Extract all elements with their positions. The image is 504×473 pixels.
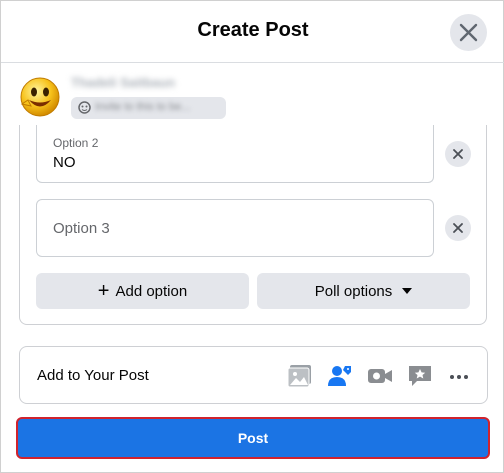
friends-icon	[78, 101, 91, 114]
photo-video-icon	[287, 365, 311, 388]
feeling-activity-icon	[409, 366, 431, 386]
close-button[interactable]	[450, 14, 487, 51]
remove-option-2-button[interactable]	[445, 141, 471, 167]
add-option-button[interactable]: + Add option	[36, 273, 249, 309]
live-video-icon	[368, 369, 392, 383]
close-icon	[453, 149, 463, 159]
audience-selector[interactable]: Invite to this to be...	[71, 97, 226, 119]
user-row: Thadeli Saitbaun Invite to this to be...	[19, 71, 489, 123]
dialog-title: Create Post	[197, 19, 309, 41]
feeling-activity-button[interactable]	[405, 361, 435, 391]
user-name: Thadeli Saitbaun	[71, 75, 176, 90]
photo-video-button[interactable]	[285, 361, 315, 391]
add-to-post-bar: Add to Your Post	[19, 346, 488, 404]
tag-people-button[interactable]	[325, 361, 355, 391]
add-option-label: Add option	[115, 282, 188, 300]
close-icon	[459, 23, 478, 42]
more-options-button[interactable]	[444, 361, 474, 391]
audience-label: Invite to this to be...	[95, 101, 191, 113]
add-to-post-label: Add to Your Post	[37, 367, 149, 384]
live-video-button[interactable]	[365, 361, 395, 391]
post-button[interactable]: Post	[16, 417, 490, 459]
plus-icon: +	[97, 280, 110, 302]
poll-option-3-placeholder: Option 3	[53, 220, 110, 237]
caret-down-icon	[402, 288, 413, 294]
poll-options-label: Poll options	[314, 282, 393, 300]
smiley-avatar-icon	[20, 77, 60, 117]
poll-option-3-field[interactable]: Option 3	[36, 199, 434, 257]
tag-people-icon	[328, 366, 351, 386]
dialog-header: Create Post	[1, 1, 504, 63]
create-post-dialog: Create Post Thadeli Saitbaun Invite to t…	[0, 0, 504, 473]
poll-option-2-label: Option 2	[53, 136, 99, 150]
poll-option-2-value: NO	[53, 154, 76, 171]
avatar[interactable]	[19, 76, 61, 118]
post-button-label: Post	[237, 430, 269, 446]
poll-options-button[interactable]: Poll options	[257, 273, 470, 309]
poll-option-2-field[interactable]: Option 2 NO	[36, 125, 434, 183]
close-icon	[453, 223, 463, 233]
more-icon	[450, 375, 468, 379]
remove-option-3-button[interactable]	[445, 215, 471, 241]
